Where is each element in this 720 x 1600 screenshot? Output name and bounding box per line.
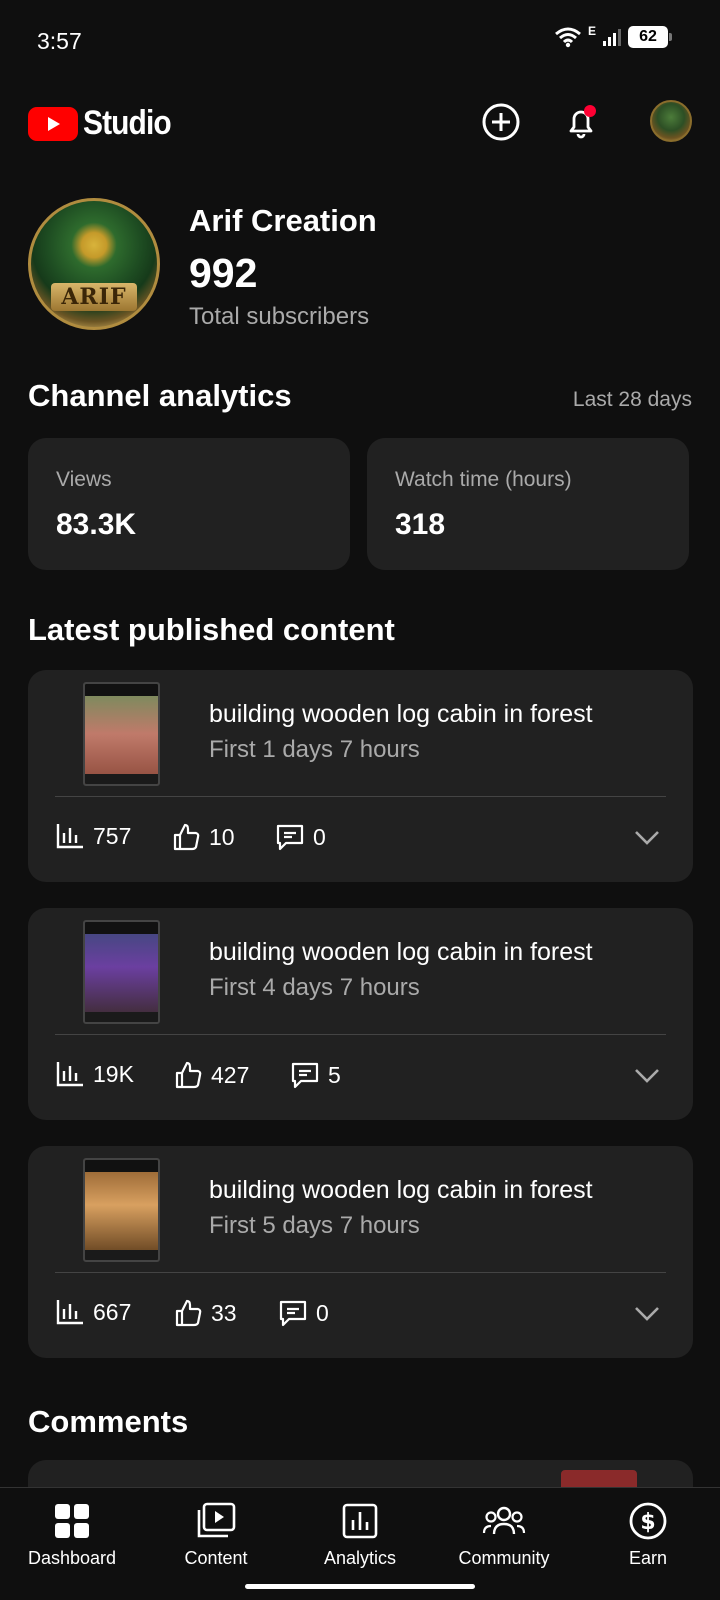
nav-dashboard[interactable]: Dashboard (0, 1500, 144, 1569)
views-metric: 19K (55, 1060, 134, 1088)
comments-metric: 5 (290, 1060, 341, 1090)
comments-count: 0 (313, 823, 326, 850)
nav-label: Analytics (323, 1548, 397, 1568)
chevron-down-icon[interactable] (633, 828, 661, 848)
bell-icon (569, 105, 596, 139)
video-card[interactable]: building wooden log cabin in forest Firs… (28, 670, 693, 882)
notifications-button[interactable] (557, 98, 605, 146)
nav-label: Community (458, 1548, 550, 1568)
comments-metric: 0 (275, 822, 326, 852)
video-title: building wooden log cabin in forest (209, 700, 593, 728)
network-type-label: E (587, 24, 596, 38)
stat-value: 83.3K (56, 508, 137, 541)
video-thumbnail[interactable] (83, 920, 160, 1024)
comment-icon (276, 824, 304, 851)
home-indicator (245, 1584, 475, 1589)
views-metric: 757 (55, 822, 131, 850)
views-count: 757 (93, 822, 132, 849)
divider (55, 796, 666, 797)
analytics-icon (342, 1503, 378, 1539)
channel-avatar: ARIF (28, 198, 160, 330)
create-button[interactable] (477, 98, 525, 146)
likes-count: 10 (209, 823, 235, 850)
video-card[interactable]: building wooden log cabin in forest Firs… (28, 1146, 693, 1358)
chevron-down-icon[interactable] (633, 1304, 661, 1324)
signal-icon (603, 29, 621, 46)
wifi-icon (555, 27, 581, 48)
likes-metric: 427 (173, 1060, 249, 1090)
stat-label: Views (56, 468, 112, 491)
divider (55, 1272, 666, 1273)
thumbs-up-icon (175, 1299, 202, 1327)
bar-chart-icon (56, 824, 83, 849)
analytics-range: Last 28 days (572, 388, 692, 411)
thumbs-up-icon (173, 823, 200, 851)
dashboard-icon (55, 1504, 89, 1538)
stat-label: Watch time (hours) (395, 468, 572, 491)
likes-metric: 33 (173, 1298, 237, 1328)
video-subtitle: First 5 days 7 hours (209, 1212, 420, 1239)
likes-count: 33 (211, 1299, 237, 1326)
thumbs-up-icon (175, 1061, 202, 1089)
bar-chart-icon (56, 1062, 83, 1087)
video-thumbnail[interactable] (83, 1158, 160, 1262)
account-avatar[interactable] (650, 100, 692, 142)
status-icons: E 62 (554, 24, 672, 48)
analytics-title: Channel analytics (28, 378, 292, 413)
nav-content[interactable]: Content (144, 1500, 288, 1569)
comment-icon (291, 1062, 319, 1089)
comments-count: 0 (316, 1299, 329, 1326)
status-time: 3:57 (37, 28, 82, 54)
subscriber-label: Total subscribers (189, 303, 370, 330)
nav-label: Content (184, 1548, 248, 1568)
nav-label: Dashboard (27, 1548, 117, 1568)
latest-content-title: Latest published content (28, 612, 395, 647)
views-count: 667 (93, 1298, 132, 1325)
bar-chart-icon (56, 1300, 83, 1325)
nav-community[interactable]: Community (432, 1500, 576, 1569)
nav-analytics[interactable]: Analytics (288, 1500, 432, 1569)
studio-logo[interactable]: Studio (28, 104, 183, 143)
video-title: building wooden log cabin in forest (209, 938, 593, 966)
svg-text:$: $ (640, 1510, 655, 1535)
subscriber-count: 992 (189, 250, 258, 296)
video-subtitle: First 4 days 7 hours (209, 974, 420, 1001)
content-icon (197, 1502, 236, 1538)
community-icon (482, 1506, 526, 1535)
views-metric: 667 (55, 1298, 131, 1326)
avatar-banner-text: ARIF (51, 283, 137, 311)
likes-count: 427 (211, 1061, 250, 1088)
comments-title: Comments (28, 1404, 189, 1439)
comments-count: 5 (328, 1061, 341, 1088)
logo-text: Studio (83, 104, 172, 142)
watch-time-card[interactable]: Watch time (hours) 318 (367, 438, 689, 570)
nav-earn[interactable]: $ Earn (576, 1500, 720, 1569)
comment-icon (279, 1300, 307, 1327)
video-title: building wooden log cabin in forest (209, 1176, 593, 1204)
comments-metric: 0 (278, 1298, 329, 1328)
likes-metric: 10 (171, 822, 235, 852)
views-card[interactable]: Views 83.3K (28, 438, 350, 570)
youtube-play-icon (28, 106, 78, 141)
battery-indicator: 62 (628, 26, 672, 48)
status-bar: 3:57 E 62 (0, 0, 720, 80)
nav-label: Earn (628, 1548, 668, 1568)
divider (55, 1034, 666, 1035)
video-card[interactable]: building wooden log cabin in forest Firs… (28, 908, 693, 1120)
app-header: Studio (0, 90, 720, 156)
views-count: 19K (93, 1060, 134, 1087)
channel-name: Arif Creation (189, 203, 377, 238)
stat-value: 318 (395, 508, 446, 541)
video-thumbnail[interactable] (83, 682, 160, 786)
chevron-down-icon[interactable] (633, 1066, 661, 1086)
plus-circle-icon (482, 103, 520, 141)
video-subtitle: First 1 days 7 hours (209, 736, 420, 763)
earn-icon: $ (629, 1502, 667, 1540)
